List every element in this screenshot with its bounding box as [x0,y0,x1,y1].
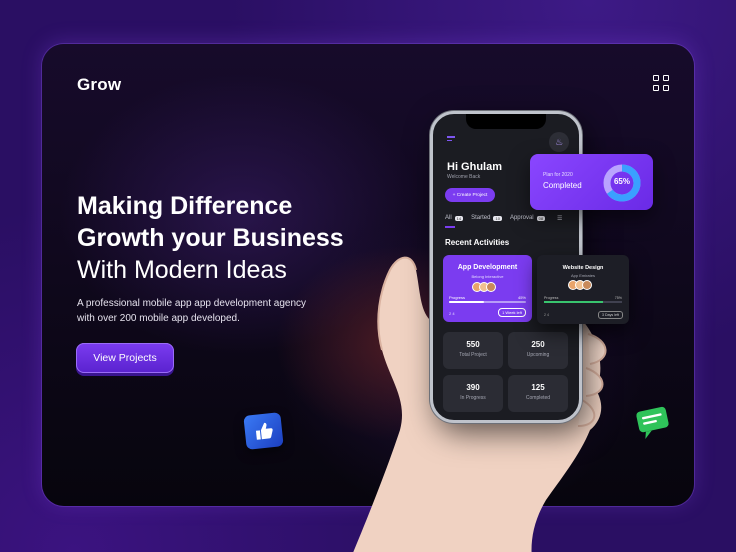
brand-logo[interactable]: Grow [77,75,121,95]
activity-card-website-design[interactable]: Website Design App Emirates Progress 75%… [537,255,629,324]
stat-label: Upcoming [526,352,550,358]
avatar-group [568,280,592,290]
activity-subtitle: Belong Interactive [471,274,504,279]
notification-bell-icon[interactable]: ♨ [549,132,569,152]
hamburger-menu-icon[interactable] [447,136,455,142]
plan-progress-card[interactable]: Plan for 2020 Completed 65% [530,154,653,210]
hero-title-line-3: With Modern Ideas [77,256,287,284]
stat-label: Total Project [459,352,487,358]
avatar [486,282,496,292]
welcome-text: Welcome Back [447,174,481,180]
view-projects-button[interactable]: View Projects [76,343,174,373]
stat-value: 125 [531,383,545,392]
hero-title-line-2: Growth your Business [77,224,344,252]
recent-activities-title: Recent Activities [445,238,510,247]
avatar [582,280,592,290]
stat-total-project[interactable]: 550 Total Project [443,332,503,369]
stat-value: 550 [466,340,480,349]
stat-label: In Progress [460,395,486,401]
donut-percent-label: 65% [613,177,630,186]
avatar-group [472,282,496,292]
greeting-text: Hi Ghulam [447,161,503,173]
menu-grid-icon[interactable] [653,75,669,91]
activity-title: App Development [457,264,518,271]
filter-icon[interactable]: ☰ [557,215,562,222]
active-tab-indicator [445,226,455,228]
plan-caption: Plan for 2020 [543,172,573,178]
tab-label: Approval [509,215,534,221]
stat-in-progress[interactable]: 390 In Progress [443,375,503,412]
activity-subtitle: App Emirates [570,273,595,278]
activity-meta: 2 4 [449,311,455,316]
hero-title-line-1: Making Difference [77,192,293,220]
stat-completed[interactable]: 125 Completed [508,375,568,412]
tab-all[interactable]: All 14 [445,215,464,221]
progress-value: 45% [517,295,526,300]
stat-value: 250 [531,340,545,349]
time-left-badge: 3 Days left [598,311,623,319]
tab-label: Started [471,215,491,221]
activity-meta: 2 4 [544,313,549,317]
tab-count-badge: 10 [493,215,502,221]
thumbs-up-icon [243,412,284,450]
create-project-button[interactable]: + Create Project [445,188,495,202]
time-left-badge: 1 Week left [498,308,526,317]
stat-value: 390 [466,383,480,392]
progress-bar [544,301,622,303]
progress-label: Progress [449,295,466,300]
progress-bar [449,301,526,303]
plan-status: Completed [543,181,582,190]
project-tabs: All 14 Started 10 Approval 08 [445,215,546,221]
phone-notch [466,114,546,129]
progress-label: Progress [544,296,559,300]
activity-card-app-development[interactable]: App Development Belong Interactive Progr… [443,255,532,322]
tab-count-badge: 14 [454,215,464,221]
activity-title: Website Design [562,265,604,271]
stat-label: Completed [525,395,551,401]
stat-upcoming[interactable]: 250 Upcoming [508,332,568,369]
hero-heading: Making Difference Growth your Business W… [77,190,344,286]
hero-description: A professional mobile app app developmen… [77,298,307,324]
progress-value: 75% [614,296,622,300]
chat-bubble-icon [636,406,669,439]
tab-count-badge: 08 [536,215,546,221]
tab-started[interactable]: Started 10 [471,215,502,221]
tab-label: All [445,215,452,221]
tab-approval[interactable]: Approval 08 [509,215,546,221]
